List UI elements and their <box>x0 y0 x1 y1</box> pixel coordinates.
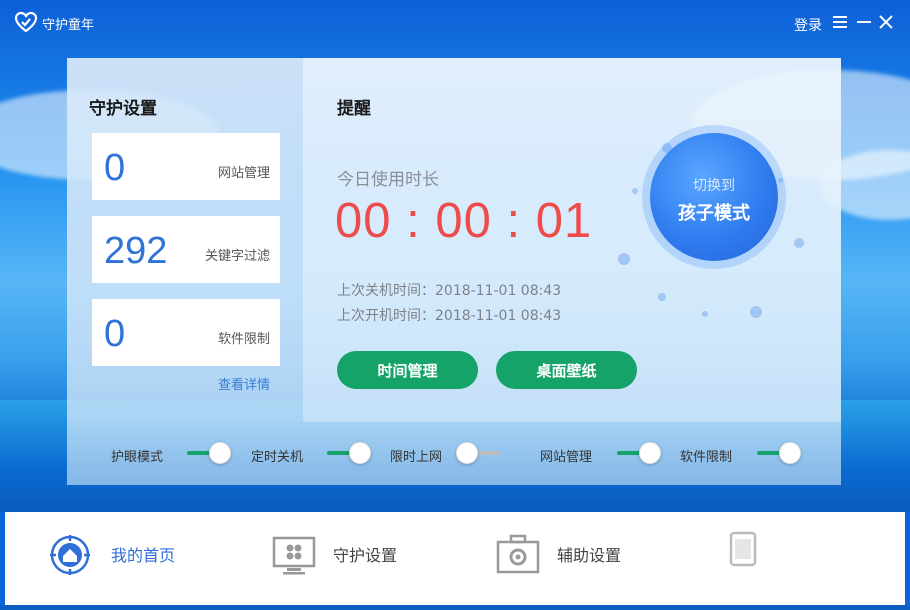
wallpaper-button[interactable]: 桌面壁纸 <box>496 351 637 389</box>
keyword-label: 关键字过滤 <box>204 249 270 264</box>
usage-timer: 00 : 00 : 01 <box>335 194 593 248</box>
website-label: 网站管理 <box>217 166 270 181</box>
toggle-label-eye-care: 护眼模式 <box>111 450 164 465</box>
nav-device[interactable] <box>723 512 783 605</box>
nav-home[interactable]: 我的首页 <box>47 512 207 605</box>
website-management-card[interactable]: 0 网站管理 <box>92 133 280 200</box>
software-toggle[interactable] <box>757 442 803 464</box>
settings-title: 守护设置 <box>89 99 157 119</box>
software-count: 0 <box>104 313 126 355</box>
toggle-label-timed-shutdown: 定时关机 <box>251 450 304 465</box>
eye-care-toggle[interactable] <box>187 442 233 464</box>
toolbox-gear-icon <box>496 534 540 574</box>
child-mode-switch-button[interactable]: 切换到 孩子模式 <box>650 133 778 261</box>
toggle-label-time-limit: 限时上网 <box>390 450 443 465</box>
close-icon[interactable] <box>878 14 894 30</box>
login-link[interactable]: 登录 <box>794 15 822 35</box>
software-label: 软件限制 <box>217 332 270 347</box>
switch-to-label: 切换到 <box>693 178 735 194</box>
time-management-button[interactable]: 时间管理 <box>337 351 478 389</box>
nav-protection-label: 守护设置 <box>333 546 398 565</box>
window-bottom-edge <box>0 605 910 610</box>
minimize-icon[interactable] <box>856 14 872 30</box>
reminder-title: 提醒 <box>337 99 371 119</box>
time-limit-toggle[interactable] <box>456 442 502 464</box>
nav-assist-label: 辅助设置 <box>557 546 622 565</box>
keyword-count: 292 <box>104 230 168 272</box>
keyword-filter-card[interactable]: 292 关键字过滤 <box>92 216 280 283</box>
website-count: 0 <box>104 147 126 189</box>
usage-label: 今日使用时长 <box>337 170 439 190</box>
home-target-icon <box>50 535 90 575</box>
nav-home-label: 我的首页 <box>111 546 176 565</box>
main-panel: 守护设置 0 网站管理 292 关键字过滤 0 软件限制 查看详情 提醒 今日使… <box>67 58 841 485</box>
quick-toggle-bar: 护眼模式 定时关机 限时上网 网站管理 软件限制 <box>67 422 841 485</box>
nav-protection[interactable]: 守护设置 <box>271 512 421 605</box>
software-limit-card[interactable]: 0 软件限制 <box>92 299 280 366</box>
tablet-icon <box>729 531 757 567</box>
child-mode-label: 孩子模式 <box>678 203 750 224</box>
toggle-label-software: 软件限制 <box>680 450 733 465</box>
mode-switch-area: 切换到 孩子模式 <box>592 28 804 318</box>
monitor-grid-icon <box>272 536 316 575</box>
last-boot-text: 上次开机时间：2018-11-01 08:43 <box>337 308 562 324</box>
toggle-label-website: 网站管理 <box>540 450 593 465</box>
protection-settings-panel: 守护设置 0 网站管理 292 关键字过滤 0 软件限制 查看详情 <box>67 58 303 422</box>
last-shutdown-text: 上次关机时间：2018-11-01 08:43 <box>337 283 562 299</box>
view-details-link[interactable]: 查看详情 <box>218 374 270 393</box>
heart-logo-icon <box>14 11 38 33</box>
menu-icon[interactable] <box>832 14 848 30</box>
bottom-nav: 我的首页 守护设置 辅助设置 <box>5 512 905 605</box>
nav-assist[interactable]: 辅助设置 <box>495 512 645 605</box>
website-toggle[interactable] <box>617 442 663 464</box>
app-title: 守护童年 <box>42 18 95 33</box>
timed-shutdown-toggle[interactable] <box>327 442 373 464</box>
